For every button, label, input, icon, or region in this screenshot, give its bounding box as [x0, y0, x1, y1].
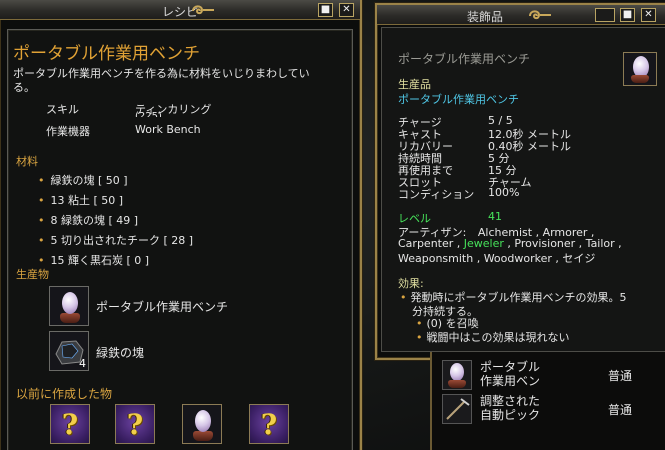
product-slot-iron[interactable]: 4 — [49, 331, 89, 371]
workbench-egg-icon — [442, 360, 472, 390]
product-name: ポータブル作業用ベンチ — [96, 300, 229, 314]
product-slot-workbench[interactable] — [49, 286, 89, 326]
workbench-egg-icon — [62, 292, 78, 314]
workbench-base-icon — [60, 313, 80, 323]
ornament-titlebar[interactable]: 装飾品 ■ ✕ — [377, 5, 665, 25]
list-item-name: ポータブル 作業用ベン — [480, 360, 541, 388]
workbench-base-icon — [631, 75, 649, 83]
swirl-ornament-icon — [529, 10, 551, 20]
class-list: Weaponsmith , Woodworker , セイジ — [398, 252, 596, 265]
recipe-description-line2: る。 — [13, 81, 35, 94]
pin-button[interactable]: ■ — [620, 8, 635, 22]
bullet-icon: • — [38, 234, 45, 247]
item-category: 生産品 — [398, 78, 431, 91]
highlight-class: Jeweler — [463, 237, 504, 250]
material-row: • 5 切り出されたチーク [ 28 ] — [38, 234, 194, 247]
list-item[interactable]: 調整された 自動ピック 普通 — [438, 392, 665, 426]
ornament-window: 装飾品 ■ ✕ ポータブル作業用ベンチ 生産品 ポータブル作業用ベンチ チャージ… — [375, 3, 665, 360]
class-list: Carpenter , Jeweler , Provisioner , Tail… — [398, 237, 622, 250]
bullet-icon: • — [416, 331, 423, 344]
device-value: Work Bench — [135, 123, 201, 136]
previous-item-unknown[interactable]: ? — [249, 404, 289, 444]
list-item-name: 調整された 自動ピック — [480, 394, 541, 422]
products-header: 生産物 — [16, 268, 49, 281]
skill-label: スキル — [46, 103, 79, 116]
list-item[interactable]: ポータブル 作業用ベン 普通 — [438, 358, 665, 392]
recipe-window: レシピ ■ ✕ ポータブル作業用ベンチ ポータブル作業用ベンチを作る為に材料をい… — [0, 0, 362, 450]
list-item-quality: 普通 — [608, 403, 633, 417]
product-name: 緑鉄の塊 — [96, 346, 145, 360]
materials-header: 材料 — [16, 155, 38, 168]
item-icon-slot — [623, 52, 657, 86]
bullet-icon: • — [400, 291, 407, 304]
workbench-base-icon — [193, 431, 213, 441]
material-row-missing: • 15 輝く黒石炭 [ 0 ] — [38, 254, 150, 267]
workbench-egg-icon — [195, 410, 211, 432]
stat-condition: コンディション 100% — [398, 186, 520, 201]
material-row: • 13 粘土 [ 50 ] — [38, 194, 124, 207]
item-name: ポータブル作業用ベンチ — [398, 52, 531, 66]
pick-icon — [442, 394, 472, 424]
ornament-content: ポータブル作業用ベンチ 生産品 ポータブル作業用ベンチ チャージ 5 / 5 キャ… — [381, 27, 665, 352]
item-category-item: ポータブル作業用ベンチ — [398, 93, 519, 106]
skill-value-sub: (225) — [135, 111, 162, 117]
close-button[interactable]: ✕ — [641, 8, 656, 22]
stack-count: 4 — [79, 357, 86, 370]
window-options-button[interactable] — [595, 8, 615, 22]
material-row: • 8 緑鉄の塊 [ 49 ] — [38, 214, 139, 227]
previous-header: 以前に作成した物 — [16, 387, 113, 401]
device-label: 作業機器 — [46, 125, 90, 138]
bullet-icon: • — [38, 214, 45, 227]
recipe-name: ポータブル作業用ベンチ — [13, 44, 200, 64]
level-value: 41 — [488, 210, 502, 223]
previous-item-unknown[interactable]: ? — [50, 404, 90, 444]
bullet-icon: • — [38, 174, 45, 187]
bullet-icon: • — [38, 194, 45, 207]
swirl-ornament-icon — [192, 5, 214, 15]
recipe-list-panel: ポータブル 作業用ベン 普通 調整された 自動ピック 普通 — [430, 352, 665, 450]
recipe-description-line1: ポータブル作業用ベンチを作る為に材料をいじりまわしてい — [13, 67, 310, 80]
previous-item-unknown[interactable]: ? — [115, 404, 155, 444]
material-row: • 緑鉄の塊 [ 50 ] — [38, 174, 128, 187]
effect-subline: • 戦闘中はこの効果は現れない — [416, 331, 570, 344]
previous-item-workbench[interactable] — [182, 404, 222, 444]
recipe-content: ポータブル作業用ベンチ ポータブル作業用ベンチを作る為に材料をいじりまわしてい … — [7, 29, 353, 450]
list-item-quality: 普通 — [608, 369, 633, 383]
